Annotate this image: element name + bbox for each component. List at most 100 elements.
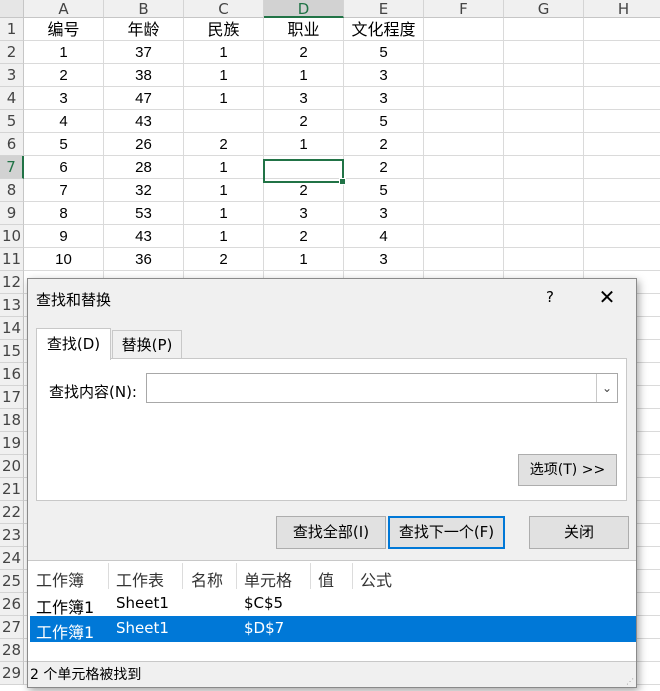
column-header-e[interactable]: E — [344, 0, 424, 18]
cell[interactable]: 3 — [264, 202, 344, 225]
cell[interactable]: 2 — [344, 133, 424, 156]
cell[interactable]: 4 — [344, 225, 424, 248]
row-header[interactable]: 19 — [0, 432, 24, 455]
find-what-combobox[interactable]: ⌄ — [146, 373, 618, 403]
column-header-h[interactable]: H — [584, 0, 660, 18]
cell-header[interactable]: 文化程度 — [344, 18, 424, 41]
cell[interactable]: 1 — [264, 248, 344, 271]
cell[interactable]: 9 — [24, 225, 104, 248]
results-col-formula[interactable]: 公式 — [360, 567, 392, 591]
cell[interactable] — [584, 110, 660, 133]
cell-header[interactable]: 年龄 — [104, 18, 184, 41]
cell[interactable] — [424, 156, 504, 179]
cell[interactable]: 1 — [184, 41, 264, 64]
cell[interactable]: 53 — [104, 202, 184, 225]
cell[interactable]: 36 — [104, 248, 184, 271]
cell[interactable]: 5 — [24, 133, 104, 156]
row-header[interactable]: 17 — [0, 386, 24, 409]
row-header[interactable]: 23 — [0, 524, 24, 547]
row-header[interactable]: 4 — [0, 87, 24, 110]
cell[interactable] — [424, 202, 504, 225]
cell[interactable]: 3 — [344, 64, 424, 87]
column-header-a[interactable]: A — [24, 0, 104, 18]
cell[interactable]: 6 — [24, 156, 104, 179]
cell[interactable] — [424, 248, 504, 271]
cell[interactable]: 5 — [344, 41, 424, 64]
column-header-f[interactable]: F — [424, 0, 504, 18]
cell[interactable]: 1 — [184, 156, 264, 179]
cell[interactable] — [424, 41, 504, 64]
row-header[interactable]: 26 — [0, 593, 24, 616]
find-all-button[interactable]: 查找全部(I) — [276, 516, 386, 549]
row-header[interactable]: 22 — [0, 501, 24, 524]
row-header[interactable]: 21 — [0, 478, 24, 501]
row-header[interactable]: 28 — [0, 639, 24, 662]
cell[interactable]: 2 — [264, 225, 344, 248]
results-col-sheet[interactable]: 工作表 — [116, 567, 164, 591]
row-header[interactable]: 5 — [0, 110, 24, 133]
cell[interactable] — [424, 64, 504, 87]
cell[interactable]: 47 — [104, 87, 184, 110]
active-cell-d7[interactable] — [263, 159, 346, 185]
cell[interactable]: 1 — [264, 64, 344, 87]
row-header[interactable]: 29 — [0, 662, 24, 685]
row-header[interactable]: 16 — [0, 363, 24, 386]
cell[interactable]: 5 — [344, 179, 424, 202]
cell[interactable]: 5 — [344, 110, 424, 133]
row-header[interactable]: 24 — [0, 547, 24, 570]
cell[interactable]: 2 — [344, 156, 424, 179]
row-header[interactable]: 8 — [0, 179, 24, 202]
cell[interactable] — [424, 179, 504, 202]
row-header[interactable]: 11 — [0, 248, 24, 271]
column-header-g[interactable]: G — [504, 0, 584, 18]
row-header[interactable]: 7 — [0, 156, 24, 179]
cell[interactable] — [504, 248, 584, 271]
cell[interactable]: 7 — [24, 179, 104, 202]
row-header[interactable]: 12 — [0, 271, 24, 294]
cell[interactable]: 43 — [104, 110, 184, 133]
cell[interactable]: 2 — [264, 41, 344, 64]
cell[interactable]: 3 — [264, 87, 344, 110]
cell[interactable]: 1 — [264, 133, 344, 156]
results-col-workbook[interactable]: 工作簿 — [36, 567, 84, 591]
select-all-corner[interactable] — [0, 0, 24, 18]
row-header[interactable]: 27 — [0, 616, 24, 639]
row-header[interactable]: 25 — [0, 570, 24, 593]
cell-header[interactable]: 编号 — [24, 18, 104, 41]
cell-header[interactable]: 职业 — [264, 18, 344, 41]
cell[interactable] — [584, 202, 660, 225]
cell[interactable] — [584, 64, 660, 87]
options-button[interactable]: 选项(T) >> — [518, 454, 617, 486]
cell[interactable] — [584, 87, 660, 110]
cell[interactable]: 1 — [24, 41, 104, 64]
column-header-d[interactable]: D — [264, 0, 344, 18]
resize-grip-icon[interactable]: ⋰ — [626, 677, 634, 686]
cell[interactable]: 43 — [104, 225, 184, 248]
cell[interactable]: 32 — [104, 179, 184, 202]
cell[interactable]: 1 — [184, 179, 264, 202]
cell[interactable] — [424, 18, 504, 41]
row-header[interactable]: 20 — [0, 455, 24, 478]
cell[interactable]: 38 — [104, 64, 184, 87]
row-header[interactable]: 18 — [0, 409, 24, 432]
cell[interactable] — [424, 87, 504, 110]
cell[interactable]: 28 — [104, 156, 184, 179]
row-header[interactable]: 9 — [0, 202, 24, 225]
cell[interactable]: 1 — [184, 202, 264, 225]
cell[interactable] — [584, 41, 660, 64]
tab-find[interactable]: 查找(D) — [36, 328, 111, 360]
cell[interactable] — [504, 179, 584, 202]
results-col-cell[interactable]: 单元格 — [244, 567, 292, 591]
cell[interactable] — [504, 156, 584, 179]
cell[interactable] — [504, 133, 584, 156]
cell[interactable]: 2 — [264, 110, 344, 133]
cell[interactable] — [584, 156, 660, 179]
row-header[interactable]: 14 — [0, 317, 24, 340]
cell[interactable] — [424, 225, 504, 248]
cell[interactable] — [584, 18, 660, 41]
cell[interactable]: 2 — [24, 64, 104, 87]
column-header-c[interactable]: C — [184, 0, 264, 18]
cell[interactable] — [584, 225, 660, 248]
cell-header[interactable]: 民族 — [184, 18, 264, 41]
results-list[interactable]: 工作簿 工作表 名称 单元格 值 公式 工作簿1 Sheet1 $C$5 工作簿… — [28, 560, 636, 662]
